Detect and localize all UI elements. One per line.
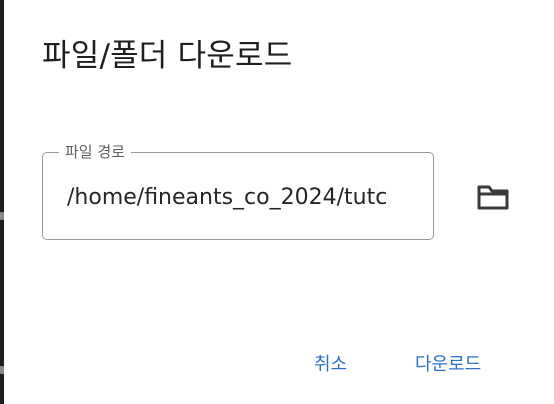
download-button[interactable]: 다운로드 [415,350,481,376]
dialog-title: 파일/폴더 다운로드 [42,38,293,74]
cancel-button[interactable]: 취소 [314,350,347,376]
folder-icon [477,185,509,210]
edge-marker [0,212,4,220]
file-path-label: 파일 경로 [59,142,131,162]
file-path-field[interactable]: 파일 경로 /home/fineants_co_2024/tutc [42,142,434,240]
file-path-input[interactable]: /home/fineants_co_2024/tutc [67,184,411,212]
download-dialog: 파일/폴더 다운로드 파일 경로 /home/fineants_co_2024/… [0,0,554,404]
window-edge [0,0,4,404]
edge-marker [0,366,4,374]
browse-folder-button[interactable] [474,182,512,212]
